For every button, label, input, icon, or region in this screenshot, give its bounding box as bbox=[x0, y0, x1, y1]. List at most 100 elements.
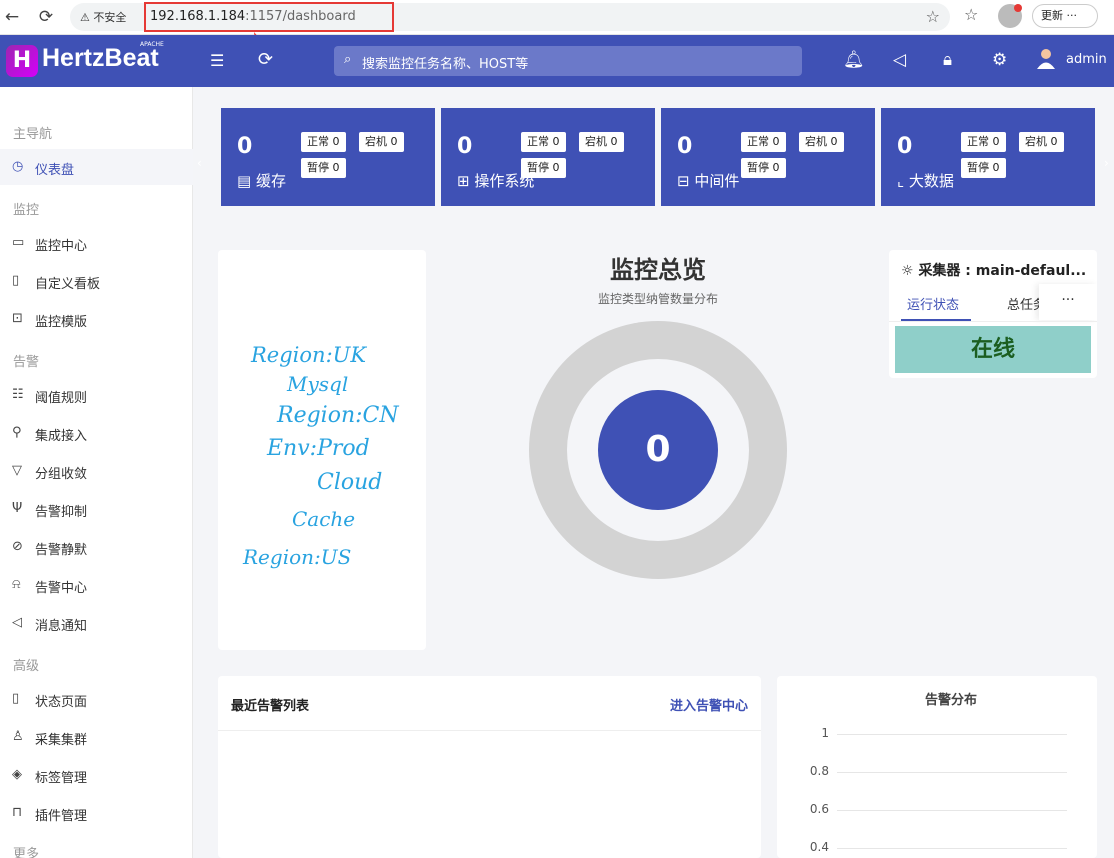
notice-icon: ◁ bbox=[12, 615, 22, 630]
board-icon: ▯ bbox=[12, 273, 20, 288]
reload-icon[interactable]: ⟳ bbox=[34, 5, 58, 29]
gridline bbox=[837, 772, 1067, 773]
y-tick-label: 1 bbox=[821, 726, 829, 740]
megaphone-icon[interactable]: ◁ bbox=[893, 50, 906, 70]
app-header: H HertzBeat APACHE ☰ ⟳ ⌕ 搜索监控任务名称、HOST等 … bbox=[0, 35, 1114, 87]
paused-badge[interactable]: 暂停 0 bbox=[521, 158, 566, 178]
down-badge[interactable]: 宕机 0 bbox=[1019, 132, 1064, 152]
bell-icon[interactable]: 🔔︎ bbox=[843, 50, 865, 70]
monitor-icon: ▭ bbox=[12, 235, 25, 250]
tag-cloud-item[interactable]: Cloud bbox=[317, 470, 382, 495]
url-text[interactable]: 192.168.1.184:1157/dashboard bbox=[150, 9, 356, 24]
tag-cloud-item[interactable]: Mysql bbox=[287, 372, 348, 396]
sidebar-item-tags[interactable]: ◈ 标签管理 bbox=[0, 757, 193, 793]
sidebar-group-label: 主导航 bbox=[13, 127, 53, 142]
divider bbox=[889, 321, 1097, 322]
gridline bbox=[837, 734, 1067, 735]
integration-icon: ⚲ bbox=[12, 425, 22, 440]
paused-badge[interactable]: 暂停 0 bbox=[741, 158, 786, 178]
alert-distribution-panel: 告警分布 1 0.8 0.6 0.4 bbox=[777, 676, 1097, 858]
sidebar-item-threshold[interactable]: ☷ 阈值规则 bbox=[0, 377, 193, 413]
back-icon[interactable]: ← bbox=[0, 5, 24, 29]
tab-run-status[interactable]: 运行状态 bbox=[907, 294, 959, 313]
dashboard-icon: ◷ bbox=[12, 159, 24, 174]
tag-cloud-item[interactable]: Region:US bbox=[243, 545, 351, 569]
filter-icon: ▽ bbox=[12, 463, 22, 478]
overview-subtitle: 监控类型纳管数量分布 bbox=[597, 292, 718, 306]
normal-badge[interactable]: 正常 0 bbox=[521, 132, 566, 152]
down-badge[interactable]: 宕机 0 bbox=[799, 132, 844, 152]
logo-badge: APACHE bbox=[140, 41, 164, 48]
user-avatar-icon[interactable] bbox=[1036, 48, 1056, 70]
menu-toggle-icon[interactable]: ☰ bbox=[210, 51, 224, 70]
sidebar-group-label: 更多 bbox=[13, 847, 40, 858]
mute-icon: ⊘ bbox=[12, 539, 23, 554]
sidebar-item-mute[interactable]: ⊘ 告警静默 bbox=[0, 529, 193, 565]
sidebar-group-label: 高级 bbox=[13, 659, 40, 674]
normal-badge[interactable]: 正常 0 bbox=[741, 132, 786, 152]
tag-cloud-item[interactable]: Region:UK bbox=[251, 343, 366, 367]
stat-card-os[interactable]: 0 ⊞ 操作系统 正常 0 宕机 0 暂停 0 bbox=[441, 108, 655, 206]
logo-text: HertzBeat bbox=[42, 44, 159, 72]
normal-badge[interactable]: 正常 0 bbox=[961, 132, 1006, 152]
chart-title: 告警分布 bbox=[924, 693, 977, 708]
more-tabs-button[interactable]: ··· bbox=[1039, 284, 1097, 320]
security-warning[interactable]: ⚠ 不安全 bbox=[80, 9, 126, 25]
sidebar-item-inhibit[interactable]: Ψ 告警抑制 bbox=[0, 491, 193, 527]
paused-badge[interactable]: 暂停 0 bbox=[961, 158, 1006, 178]
overview-title: 监控总览 bbox=[610, 256, 706, 284]
go-alarm-center-link[interactable]: 进入告警中心 bbox=[670, 695, 748, 714]
panel-title: 最近告警列表 bbox=[231, 699, 310, 714]
github-icon[interactable]: ⟳ bbox=[258, 49, 273, 70]
url-highlight-box: 192.168.1.184:1157/dashboard bbox=[144, 2, 394, 32]
tag-cloud-item[interactable]: Cache bbox=[292, 507, 355, 531]
sidebar-item-monitor-center[interactable]: ▭ 监控中心 bbox=[0, 225, 193, 261]
tag-icon: ◈ bbox=[12, 767, 22, 782]
os-icon: ⊞ bbox=[457, 172, 470, 190]
lock-icon[interactable]: 🔒︎ bbox=[943, 50, 952, 70]
sidebar-item-plugins[interactable]: ⊓ 插件管理 bbox=[0, 795, 193, 831]
sidebar: 主导航 ◷ 仪表盘 监控 ▭ 监控中心 ▯ 自定义看板 ⊡ 监控模版 告警 ☷ … bbox=[0, 87, 193, 858]
sidebar-item-group-converge[interactable]: ▽ 分组收敛 bbox=[0, 453, 193, 489]
divider bbox=[218, 730, 761, 731]
tag-cloud-item[interactable]: Region:CN bbox=[277, 403, 399, 428]
sidebar-item-template[interactable]: ⊡ 监控模版 bbox=[0, 301, 193, 337]
donut-total: 0 bbox=[645, 429, 670, 470]
address-bar[interactable]: ⚠ 不安全 192.168.1.184:1157/dashboard ☆ bbox=[70, 2, 950, 32]
browser-toolbar: ← ⟳ ⚠ 不安全 192.168.1.184:1157/dashboard ☆… bbox=[0, 0, 1114, 35]
paused-badge[interactable]: 暂停 0 bbox=[301, 158, 346, 178]
sidebar-item-cluster[interactable]: ♙ 采集集群 bbox=[0, 719, 193, 755]
sidebar-item-status-page[interactable]: ▯ 状态页面 bbox=[0, 681, 193, 717]
template-icon: ⊡ bbox=[12, 311, 23, 326]
sidebar-item-notice[interactable]: ◁ 消息通知 bbox=[0, 605, 193, 641]
y-tick-label: 0.4 bbox=[809, 840, 829, 854]
carousel-prev-icon[interactable]: ‹ bbox=[197, 156, 202, 170]
normal-badge[interactable]: 正常 0 bbox=[301, 132, 346, 152]
carousel-next-icon[interactable]: › bbox=[1104, 156, 1109, 170]
sidebar-group-label: 监控 bbox=[13, 203, 40, 218]
down-badge[interactable]: 宕机 0 bbox=[359, 132, 404, 152]
stat-card-bigdata[interactable]: 0 ⌞ 大数据 正常 0 宕机 0 暂停 0 bbox=[881, 108, 1095, 206]
sidebar-item-integration[interactable]: ⚲ 集成接入 bbox=[0, 415, 193, 451]
status-page-icon: ▯ bbox=[12, 691, 20, 706]
middleware-icon: ⊟ bbox=[677, 172, 690, 190]
favorites-icon[interactable]: ☆ bbox=[964, 5, 978, 24]
y-tick-label: 0.8 bbox=[809, 764, 829, 778]
rule-icon: ☷ bbox=[12, 387, 24, 402]
alarm-icon: ⍾ bbox=[12, 577, 21, 592]
update-button[interactable]: 更新 ··· bbox=[1032, 4, 1098, 28]
stat-card-middleware[interactable]: 0 ⊟ 中间件 正常 0 宕机 0 暂停 0 bbox=[661, 108, 875, 206]
bookmark-star-icon[interactable]: ☆ bbox=[926, 7, 940, 26]
sidebar-item-dashboard[interactable]: ◷ 仪表盘 bbox=[0, 149, 193, 185]
down-badge[interactable]: 宕机 0 bbox=[579, 132, 624, 152]
user-name[interactable]: admin bbox=[1066, 52, 1107, 67]
bigdata-icon: ⌞ bbox=[897, 172, 905, 190]
collector-title: 采集器 : main-defaul... bbox=[918, 263, 1087, 279]
sidebar-item-alarm-center[interactable]: ⍾ 告警中心 bbox=[0, 567, 193, 603]
sidebar-item-custom-board[interactable]: ▯ 自定义看板 bbox=[0, 263, 193, 299]
overview-donut-chart: 0 bbox=[529, 321, 787, 579]
search-input[interactable]: ⌕ 搜索监控任务名称、HOST等 bbox=[334, 46, 802, 76]
settings-icon[interactable]: ⚙ bbox=[992, 50, 1007, 70]
tag-cloud-item[interactable]: Env:Prod bbox=[267, 436, 370, 461]
stat-card-cache[interactable]: 0 ▤ 缓存 正常 0 宕机 0 暂停 0 bbox=[221, 108, 435, 206]
